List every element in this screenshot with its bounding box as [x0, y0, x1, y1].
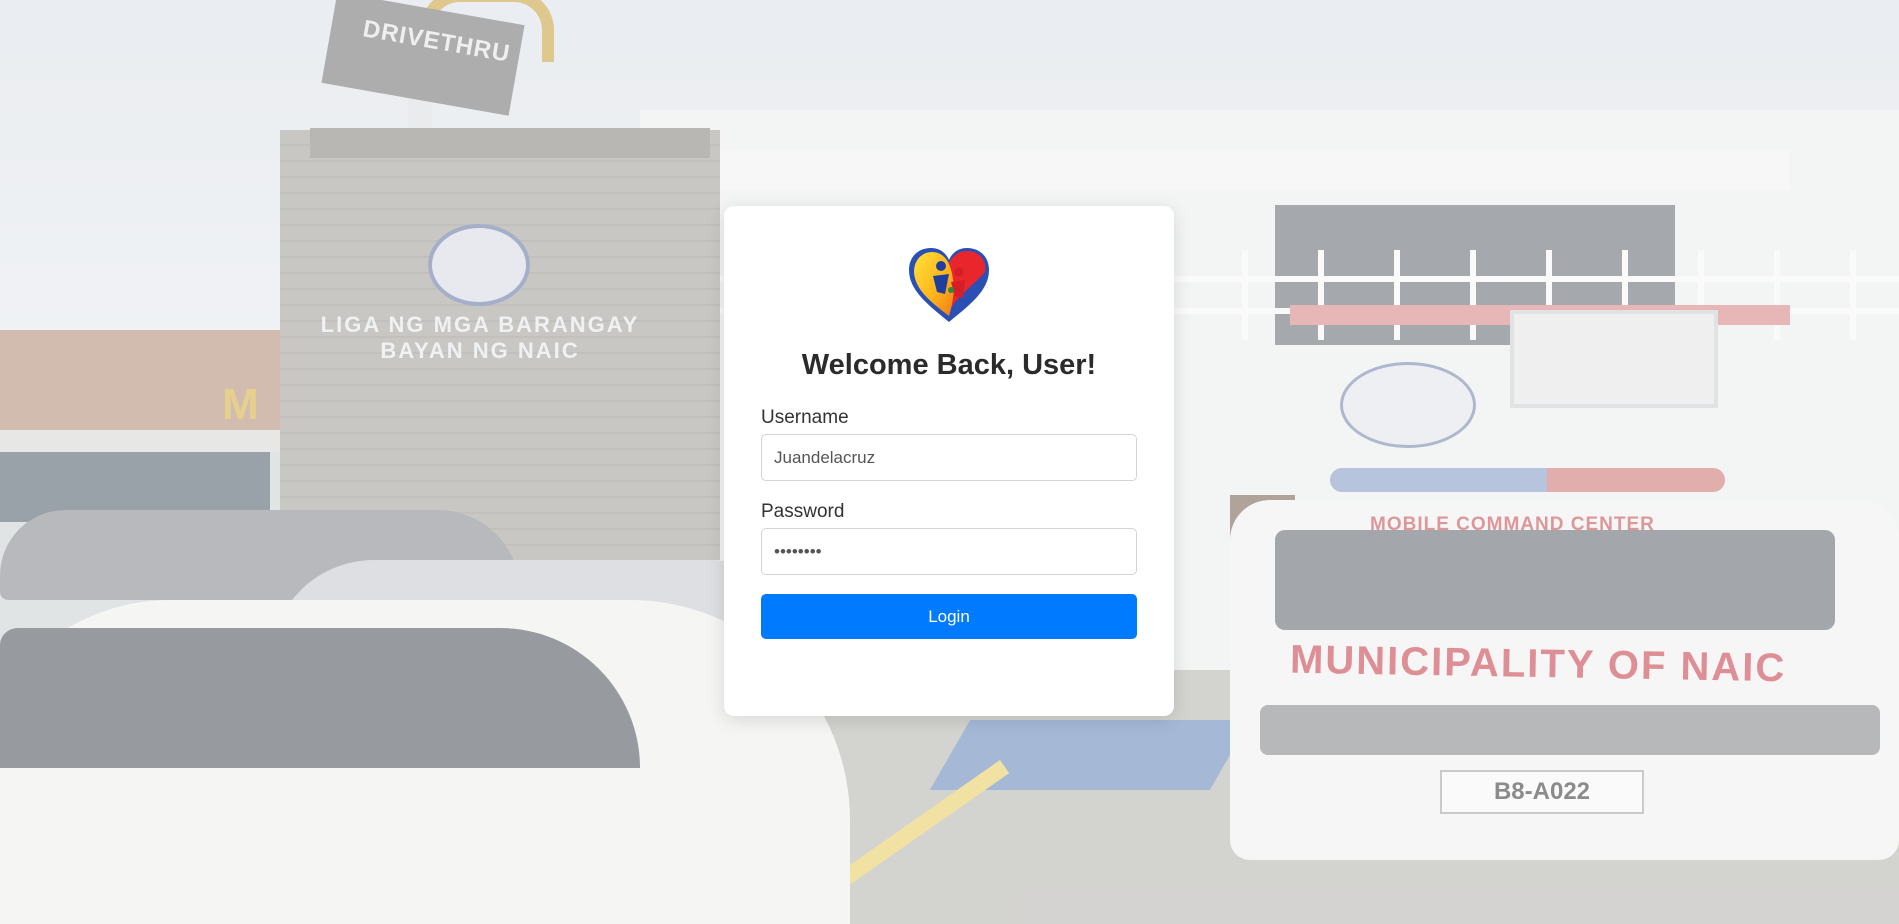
logo-graphic	[909, 248, 989, 322]
heart-family-logo-icon	[907, 244, 991, 328]
password-input[interactable]	[761, 528, 1137, 575]
username-label: Username	[761, 407, 849, 428]
password-label: Password	[761, 501, 845, 522]
username-input[interactable]	[761, 434, 1137, 481]
welcome-title: Welcome Back, User!	[801, 349, 1097, 381]
login-button[interactable]: Login	[761, 594, 1137, 639]
login-page: M DRIVETHRU LIGA NG MGA BARANGAY BAYAN N…	[0, 0, 1899, 924]
login-card: Welcome Back, User! Username Password Lo…	[724, 206, 1174, 716]
